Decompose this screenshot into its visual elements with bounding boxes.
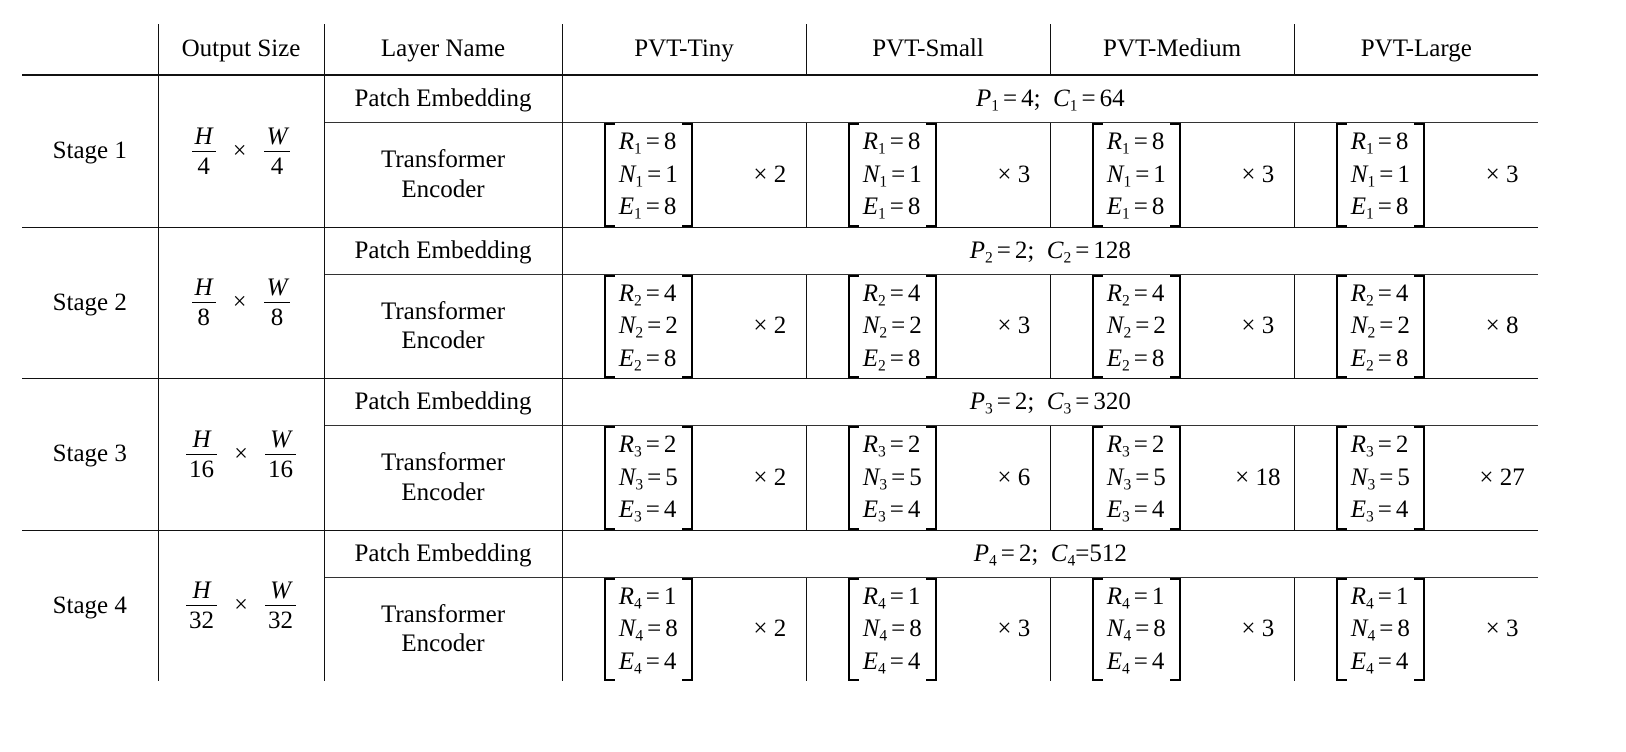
multiply-icon: × [753,160,768,188]
encoder-repeat-pvt-medium: × 18 [1222,425,1295,530]
output-size-height-fraction: H 8 [191,274,216,331]
multiply-icon: × [1485,615,1500,643]
multiply-icon: × [1235,463,1250,491]
header-layer-name: Layer Name [323,24,562,75]
encoder-repeat-pvt-tiny: × 2 [734,576,807,681]
encoder-repeat-pvt-small: × 3 [978,122,1051,227]
header-model-pvt-tiny: PVT-Tiny [561,24,807,75]
multiply-icon: × [1485,312,1500,340]
encoder-repeat-pvt-medium: × 3 [1222,273,1295,379]
output-size-width-fraction: W 32 [265,577,297,634]
multiply-icon: × [232,137,247,164]
encoder-repeat-pvt-small: × 3 [978,273,1051,379]
encoder-matrix-pvt-small: R2 = 4 N2 = 2 E2 = 8 [805,273,979,379]
multiply-icon: × [753,312,768,340]
encoder-matrix-pvt-tiny: R3 = 2 N3 = 5 E3 = 4 [561,425,734,530]
multiply-icon: × [997,615,1012,643]
output-size-height-fraction: H 16 [185,426,217,483]
layer-name-patch-embedding: Patch Embedding [324,74,563,123]
layer-name-transformer-encoder: Transformer Encoder [324,273,563,379]
output-size-cell: H 8 × W 8 [158,226,325,379]
header-model-pvt-small: PVT-Small [805,24,1051,75]
output-size-height-fraction: H 32 [185,577,217,634]
encoder-matrix-pvt-tiny: R2 = 4 N2 = 2 E2 = 8 [561,273,734,379]
encoder-matrix-pvt-medium: R3 = 2 N3 = 5 E3 = 4 [1049,425,1223,530]
patch-embedding-params: P3 = 2; C3 = 320 [562,378,1539,426]
table-row: Stage 3 H 16 × W 16 Patch Embedding P3 = 2… [22,378,1539,530]
encoder-repeat-pvt-small: × 3 [978,576,1051,681]
stage-label: Stage 2 [22,226,159,379]
layer-name-transformer-encoder: Transformer Encoder [324,425,563,530]
layer-name-transformer-encoder: Transformer Encoder [324,122,563,227]
encoder-matrix-pvt-small: R1 = 8 N1 = 1 E1 = 8 [805,122,979,227]
patch-embedding-params: P4 = 2; C4=512 [562,529,1539,577]
encoder-repeat-pvt-large: × 3 [1466,576,1539,681]
multiply-icon: × [232,289,247,316]
table-row: Stage 1 H 4 × W 4 Patch Embedding P1 = 4; … [22,74,1539,227]
encoder-repeat-pvt-large: × 8 [1466,273,1539,379]
multiply-icon: × [997,160,1012,188]
output-size-width-fraction: W 4 [263,123,291,180]
encoder-matrix-pvt-large: R1 = 8 N1 = 1 E1 = 8 [1293,122,1467,227]
multiply-icon: × [753,463,768,491]
multiply-icon: × [997,312,1012,340]
encoder-repeat-pvt-large: × 3 [1466,122,1539,227]
header-model-pvt-medium: PVT-Medium [1049,24,1295,75]
encoder-matrix-pvt-tiny: R1 = 8 N1 = 1 E1 = 8 [561,122,734,227]
output-size-cell: H 16 × W 16 [158,378,325,530]
table-body: Stage 1 H 4 × W 4 Patch Embedding P1 = 4; … [22,74,1539,681]
encoder-matrix-pvt-medium: R1 = 8 N1 = 1 E1 = 8 [1049,122,1223,227]
encoder-matrix-pvt-medium: R2 = 4 N2 = 2 E2 = 8 [1049,273,1223,379]
multiply-icon: × [234,592,248,619]
table-row: Stage 2 H 8 × W 8 Patch Embedding P2 = 2; … [22,226,1539,379]
multiply-icon: × [1479,463,1494,491]
output-size-height-fraction: H 4 [191,123,216,180]
stage-label: Stage 3 [22,378,159,530]
layer-name-transformer-encoder: Transformer Encoder [324,576,563,681]
header-stage [22,24,158,75]
multiply-icon: × [1241,615,1256,643]
layer-name-patch-embedding: Patch Embedding [324,378,563,426]
table-row: Stage 4 H 32 × W 32 Patch Embedding P4 = 2… [22,529,1539,681]
table-header: Output Size Layer Name PVT-Tiny PVT-Smal… [22,24,1539,75]
multiply-icon: × [753,615,768,643]
multiply-icon: × [1241,312,1256,340]
encoder-repeat-pvt-medium: × 3 [1222,122,1295,227]
output-size-width-fraction: W 16 [265,426,297,483]
multiply-icon: × [1485,160,1500,188]
encoder-repeat-pvt-large: × 27 [1466,425,1539,530]
patch-embedding-params: P1 = 4; C1 = 64 [562,74,1539,123]
multiply-icon: × [997,463,1012,491]
layer-name-patch-embedding: Patch Embedding [324,529,563,577]
output-size-width-fraction: W 8 [263,274,291,331]
pvt-architecture-table: Output Size Layer Name PVT-Tiny PVT-Smal… [22,24,1539,681]
encoder-repeat-pvt-tiny: × 2 [734,273,807,379]
multiply-icon: × [234,440,248,467]
stage-label: Stage 1 [22,74,159,227]
header-row: Output Size Layer Name PVT-Tiny PVT-Smal… [22,24,1539,75]
header-model-pvt-large: PVT-Large [1293,24,1539,75]
stage-label: Stage 4 [22,529,159,681]
encoder-matrix-pvt-large: R2 = 4 N2 = 2 E2 = 8 [1293,273,1467,379]
output-size-cell: H 4 × W 4 [158,74,325,227]
output-size-cell: H 32 × W 32 [158,529,325,681]
encoder-matrix-pvt-medium: R4 = 1 N4 = 8 E4 = 4 [1049,576,1223,681]
header-output-size: Output Size [157,24,324,75]
multiply-icon: × [1241,160,1256,188]
encoder-repeat-pvt-medium: × 3 [1222,576,1295,681]
encoder-matrix-pvt-small: R3 = 2 N3 = 5 E3 = 4 [805,425,979,530]
encoder-matrix-pvt-tiny: R4 = 1 N4 = 8 E4 = 4 [561,576,734,681]
encoder-repeat-pvt-small: × 6 [978,425,1051,530]
patch-embedding-params: P2 = 2; C2 = 128 [562,226,1539,274]
encoder-repeat-pvt-tiny: × 2 [734,425,807,530]
layer-name-patch-embedding: Patch Embedding [324,226,563,274]
encoder-matrix-pvt-small: R4 = 1 N4 = 8 E4 = 4 [805,576,979,681]
encoder-matrix-pvt-large: R3 = 2 N3 = 5 E3 = 4 [1293,425,1467,530]
encoder-matrix-pvt-large: R4 = 1 N4 = 8 E4 = 4 [1293,576,1467,681]
encoder-repeat-pvt-tiny: × 2 [734,122,807,227]
